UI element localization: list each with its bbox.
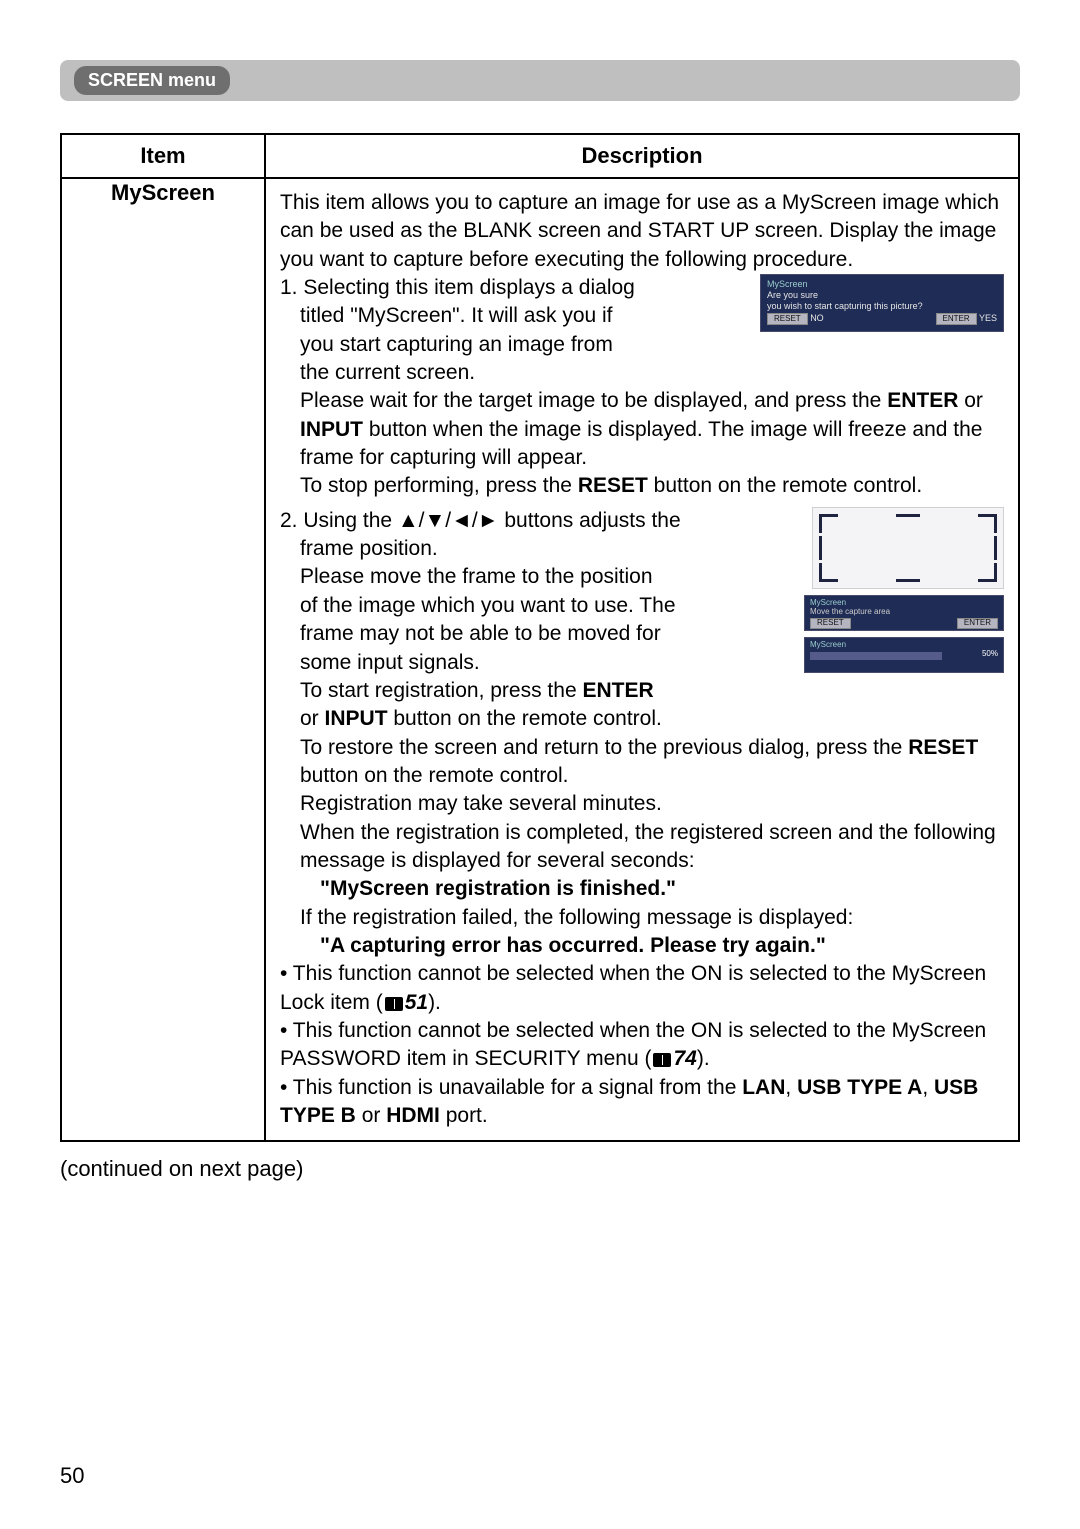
step-text: When the registration is completed, the … (280, 819, 1004, 876)
text: Please wait for the target image to be d… (300, 389, 887, 412)
msg-finished: "MyScreen registration is finished." (320, 877, 676, 900)
text: , (922, 1076, 934, 1099)
text: button when the image is displayed. The … (300, 418, 982, 469)
enter-label: ENTER (887, 389, 958, 412)
text: ). (428, 991, 441, 1014)
note-text: • This function is unavailable for a sig… (280, 1074, 1004, 1131)
page-ref: 51 (405, 991, 428, 1014)
step-text: "A capturing error has occurred. Please … (280, 932, 1004, 960)
dialog-enter-button: ENTER (936, 313, 977, 325)
progress-percent: 50% (982, 650, 998, 659)
reset-label: RESET (908, 736, 978, 759)
text: To start registration, press the (300, 679, 582, 702)
progress-bar (810, 652, 942, 660)
text: • This function cannot be selected when … (280, 1019, 986, 1070)
section-header: SCREEN menu (60, 60, 1020, 101)
section-pill: SCREEN menu (74, 66, 230, 95)
text: port. (440, 1104, 488, 1127)
dialog-reset-button: RESET (767, 313, 808, 325)
col-item: Item (61, 134, 265, 178)
usb-a-label: USB TYPE A (797, 1076, 922, 1099)
text: or (300, 707, 325, 730)
step-text: the current screen. (280, 359, 1004, 387)
text: • This function is unavailable for a sig… (280, 1076, 742, 1099)
note-text: • This function cannot be selected when … (280, 960, 1004, 1017)
item-name: MyScreen (61, 178, 265, 1141)
input-label: INPUT (325, 707, 388, 730)
step-text: you start capturing an image from (280, 331, 1004, 359)
enter-label: ENTER (582, 679, 653, 702)
hdmi-label: HDMI (386, 1104, 440, 1127)
col-description: Description (265, 134, 1019, 178)
reset-label: RESET (578, 474, 648, 497)
step-text: Please wait for the target image to be d… (280, 387, 1004, 472)
menu-table: Item Description MyScreen This item allo… (60, 133, 1020, 1142)
step-text: 2. Using the ▲/▼/◄/► buttons adjusts the (280, 509, 681, 532)
dialog-title: MyScreen (810, 640, 846, 649)
book-icon (385, 997, 403, 1011)
dialog-enter-button: ENTER (957, 618, 998, 629)
text: To stop performing, press the (300, 474, 578, 497)
text: button on the remote control. (300, 764, 569, 787)
text: button on the remote control. (648, 474, 922, 497)
lan-label: LAN (742, 1076, 785, 1099)
book-icon (653, 1053, 671, 1067)
input-label: INPUT (300, 418, 363, 441)
dialog-line: Are you sure (767, 290, 818, 300)
item-description: This item allows you to capture an image… (265, 178, 1019, 1141)
step-text: Registration may take several minutes. (280, 790, 1004, 818)
step-text: To start registration, press the ENTER (280, 677, 1004, 705)
text: ). (697, 1047, 710, 1070)
intro-text: This item allows you to capture an image… (280, 191, 999, 271)
text: , (785, 1076, 797, 1099)
dialog-hint: YES (979, 313, 997, 323)
step-text: 1. Selecting this item displays a dialog (280, 276, 635, 299)
text: To restore the screen and return to the … (300, 736, 908, 759)
step-text: If the registration failed, the followin… (280, 904, 1004, 932)
note-text: • This function cannot be selected when … (280, 1017, 1004, 1074)
page-ref: 74 (673, 1047, 696, 1070)
dialog-line: you wish to start capturing this picture… (767, 301, 923, 311)
crop-frame-graphic (812, 507, 1004, 589)
dialog-line: Move the capture area (810, 607, 890, 616)
step-text: To restore the screen and return to the … (280, 734, 1004, 791)
step-text: "MyScreen registration is finished." (280, 875, 1004, 903)
dialog-title: MyScreen (767, 279, 808, 289)
dialog-hint: NO (810, 313, 824, 323)
dialog-progress: MyScreen 50% (804, 637, 1004, 673)
msg-error: "A capturing error has occurred. Please … (320, 934, 826, 957)
step-text: To stop performing, press the RESET butt… (280, 472, 1004, 500)
text: button on the remote control. (388, 707, 662, 730)
page-number: 50 (60, 1463, 84, 1489)
continued-note: (continued on next page) (60, 1156, 1020, 1182)
text: or (356, 1104, 386, 1127)
step-text: or INPUT button on the remote control. (280, 705, 1004, 733)
dialog-reset-button: RESET (810, 618, 851, 629)
dialog-title: MyScreen (810, 598, 846, 607)
table-row: MyScreen This item allows you to capture… (61, 178, 1019, 1141)
dialog-capture-confirm: MyScreen Are you sure you wish to start … (760, 274, 1004, 332)
dialog-move-area: MyScreen Move the capture area RESET ENT… (804, 595, 1004, 631)
text: or (958, 389, 983, 412)
